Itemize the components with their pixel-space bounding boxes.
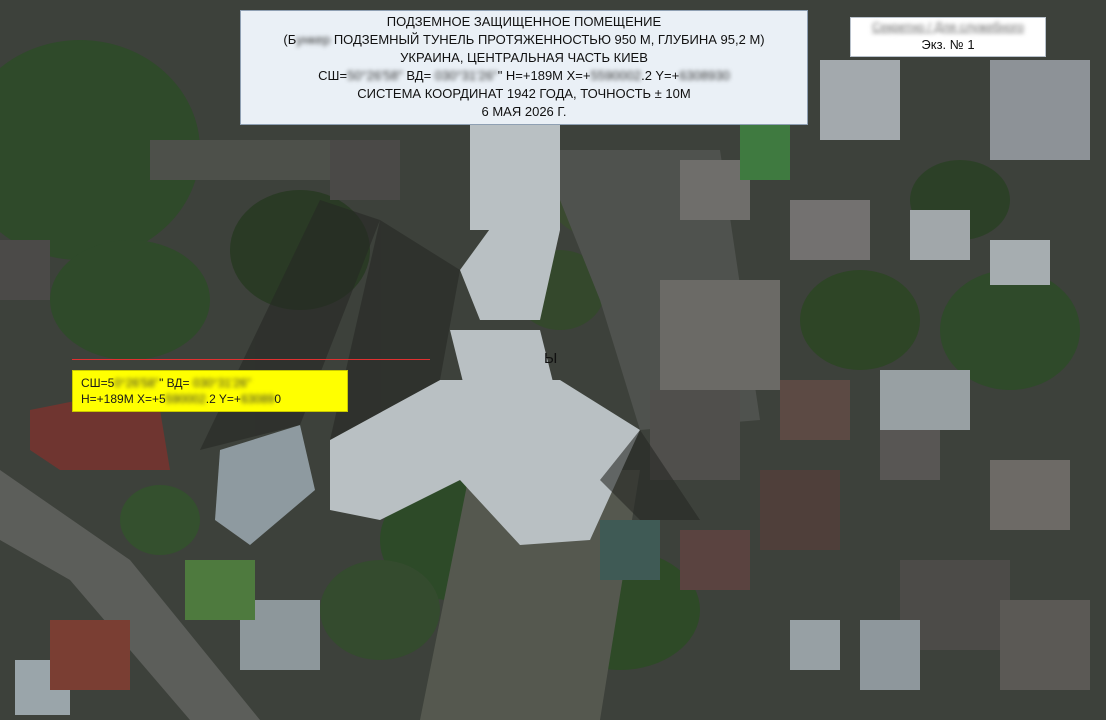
title-line-6: 6 МАЯ 2026 Г. xyxy=(481,104,567,119)
y-label: .2 Y=+ xyxy=(641,68,680,83)
coord-line-2: H=+189М X=+5590002.2 Y=+630890 xyxy=(81,391,347,407)
redacted-coord-lon: 030°31'26" xyxy=(192,376,251,390)
height-x-label: " H=+189М X=+ xyxy=(497,68,591,83)
title-line-3: УКРАИНА, ЦЕНТРАЛЬНАЯ ЧАСТЬ КИЕВ xyxy=(400,50,648,65)
title-line-2-rest: ПОДЗЕМНЫЙ ТУНЕЛЬ ПРОТЯЖЕННОСТЬЮ 950 М, Г… xyxy=(330,32,765,47)
lon-label: ВД= xyxy=(402,68,435,83)
title-line-2-prefix: (Б xyxy=(283,32,297,47)
redacted-lat: 50°26'58" xyxy=(347,68,403,83)
redacted-coord-y: 63089 xyxy=(240,392,275,406)
coord-line-1: СШ=50°26'58"" ВД= 030°31'26" xyxy=(81,375,347,391)
redacted-text: ункер xyxy=(296,32,331,47)
redacted-y: 6308930 xyxy=(679,68,730,83)
redacted-coord-x: 590002 xyxy=(165,392,206,406)
redacted-coord-lat: 0°26'58" xyxy=(114,376,160,390)
title-line-4: СШ=50°26'58" ВД= 030°31'26"" H=+189М X=+… xyxy=(241,67,807,85)
copy-number-block: Секретно / Для служебного Экз. № 1 xyxy=(850,17,1046,57)
coordinates-label: СШ=50°26'58"" ВД= 030°31'26" H=+189М X=+… xyxy=(72,370,348,412)
redacted-lon: 030°31'26" xyxy=(434,68,498,83)
coord-lat-label: СШ=5 xyxy=(81,376,115,390)
pointer-line xyxy=(72,359,430,360)
coord-hx-label: H=+189М X=+5 xyxy=(81,392,166,406)
coord-lon-label: " ВД= xyxy=(159,376,193,390)
coord-y-tail: 0 xyxy=(274,392,281,406)
copy-number: Экз. № 1 xyxy=(921,37,975,52)
redacted-x: 5590002 xyxy=(590,68,642,83)
title-line-1: ПОДЗЕМНОЕ ЗАЩИЩЕННОЕ ПОМЕЩЕНИЕ xyxy=(386,14,662,29)
map-marker-letter: Ы xyxy=(544,350,558,367)
title-line-2: (Бункер ПОДЗЕМНЫЙ ТУНЕЛЬ ПРОТЯЖЕННОСТЬЮ … xyxy=(241,31,807,49)
title-block: ПОДЗЕМНОЕ ЗАЩИЩЕННОЕ ПОМЕЩЕНИЕ (Бункер П… xyxy=(240,10,808,125)
coord-y-label: .2 Y=+ xyxy=(205,392,241,406)
lat-label: СШ= xyxy=(318,68,348,83)
title-line-5: СИСТЕМА КООРДИНАТ 1942 ГОДА, ТОЧНОСТЬ ± … xyxy=(357,86,691,101)
redacted-stamp: Секретно / Для служебного xyxy=(872,20,1024,34)
